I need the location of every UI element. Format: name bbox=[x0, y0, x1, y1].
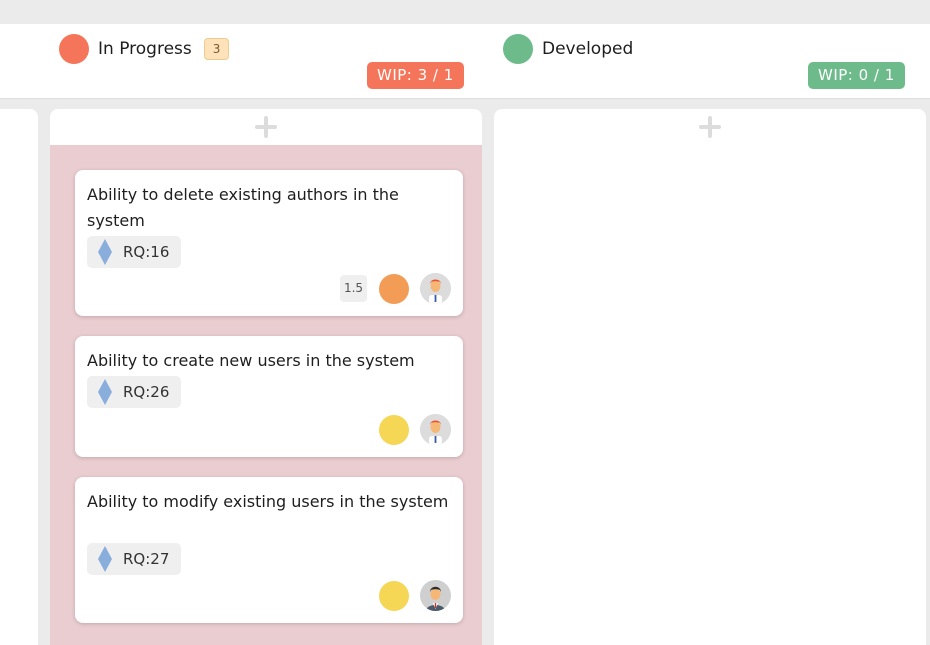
column-header-in-progress[interactable]: In Progress 3 bbox=[59, 33, 230, 65]
lane-body: Ability to delete existing authors in th… bbox=[50, 145, 482, 645]
status-dot-icon bbox=[59, 34, 89, 64]
card-count-badge: 3 bbox=[203, 38, 230, 60]
priority-icon[interactable] bbox=[379, 415, 409, 445]
diamond-icon bbox=[98, 239, 112, 265]
avatar-redhair-icon bbox=[420, 414, 451, 445]
diamond-icon bbox=[98, 379, 112, 405]
status-dot-icon bbox=[503, 34, 533, 64]
column-title: In Progress bbox=[98, 39, 192, 59]
avatar-redhair-icon bbox=[420, 273, 451, 304]
wip-limit-badge: WIP: 0 / 1 bbox=[808, 62, 905, 89]
task-card[interactable]: Ability to modify existing users in the … bbox=[75, 477, 463, 623]
tag-label: RQ:16 bbox=[123, 243, 170, 261]
card-title: Ability to delete existing authors in th… bbox=[87, 185, 399, 230]
header-divider bbox=[0, 98, 930, 99]
card-title: Ability to modify existing users in the … bbox=[87, 492, 449, 511]
add-card-button[interactable] bbox=[50, 109, 482, 145]
tag-label: RQ:26 bbox=[123, 383, 170, 401]
priority-icon[interactable] bbox=[379, 274, 409, 304]
column-title: Developed bbox=[542, 39, 634, 59]
plus-icon bbox=[255, 116, 277, 138]
lane-in-progress: Ability to delete existing authors in th… bbox=[50, 109, 482, 645]
lane-developed bbox=[494, 109, 926, 645]
task-card[interactable]: Ability to create new users in the syste… bbox=[75, 336, 463, 457]
add-card-button[interactable] bbox=[494, 109, 926, 145]
lane-previous bbox=[0, 109, 38, 645]
requirement-tag[interactable]: RQ:26 bbox=[87, 376, 182, 408]
story-points: 1.5 bbox=[340, 275, 367, 302]
column-header-developed[interactable]: Developed bbox=[503, 33, 633, 65]
requirement-tag[interactable]: RQ:16 bbox=[87, 236, 182, 268]
card-title: Ability to create new users in the syste… bbox=[87, 351, 415, 370]
tag-label: RQ:27 bbox=[123, 550, 170, 568]
wip-limit-badge: WIP: 3 / 1 bbox=[367, 62, 464, 89]
assignee-avatar[interactable] bbox=[420, 580, 451, 611]
priority-icon[interactable] bbox=[379, 581, 409, 611]
plus-icon bbox=[699, 116, 721, 138]
requirement-tag[interactable]: RQ:27 bbox=[87, 543, 182, 575]
assignee-avatar[interactable] bbox=[420, 273, 451, 304]
diamond-icon bbox=[98, 546, 112, 572]
avatar-darkhair-icon bbox=[420, 580, 451, 611]
task-card[interactable]: Ability to delete existing authors in th… bbox=[75, 170, 463, 316]
assignee-avatar[interactable] bbox=[420, 414, 451, 445]
